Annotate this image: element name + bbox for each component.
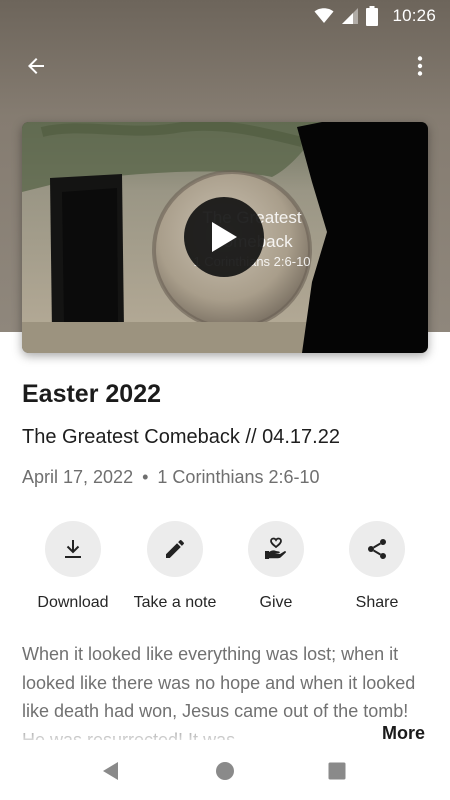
sermon-scripture: 1 Corinthians 2:6-10 (157, 467, 320, 487)
take-a-note-button[interactable]: Take a note (120, 521, 230, 612)
give-hand-heart-icon (265, 537, 286, 559)
back-triangle-icon (103, 762, 118, 780)
recents-square-icon (328, 762, 346, 780)
share-icon (368, 539, 386, 559)
share-label: Share (355, 594, 399, 611)
share-circle[interactable] (349, 521, 405, 577)
sermon-title: The Greatest Comeback // 04.17.22 (22, 426, 340, 448)
battery-icon (366, 6, 379, 26)
back-button[interactable] (14, 44, 58, 88)
sermon-meta: April 17, 2022 • 1 Corinthians 2:6-10 (22, 467, 320, 488)
sermon-date: April 17, 2022 (22, 467, 134, 487)
take-a-note-circle[interactable] (147, 521, 203, 577)
play-icon (212, 222, 237, 252)
download-icon (65, 540, 81, 558)
status-bar: 10:26 (0, 0, 450, 32)
give-button[interactable]: Give (221, 521, 331, 612)
more-link[interactable]: More (366, 723, 426, 744)
wifi-icon (314, 8, 334, 23)
nav-home-button[interactable] (210, 756, 240, 786)
action-row: Download Take a note Give Share (0, 521, 450, 621)
share-button[interactable]: Share (322, 521, 432, 612)
system-navigation-bar (0, 744, 450, 800)
home-circle-icon (216, 762, 234, 780)
play-button[interactable] (184, 197, 264, 277)
more-vertical-icon (417, 56, 423, 76)
give-circle[interactable] (248, 521, 304, 577)
more-options-button[interactable] (398, 44, 442, 88)
take-a-note-label: Take a note (133, 594, 217, 611)
nav-recents-button[interactable] (322, 756, 352, 786)
download-label: Download (37, 594, 109, 611)
series-title: Easter 2022 (22, 380, 162, 408)
nav-back-button[interactable] (96, 756, 126, 786)
top-app-bar (0, 44, 450, 88)
cellular-signal-icon (342, 8, 359, 24)
status-time: 10:26 (392, 6, 436, 25)
video-player[interactable]: The Greatest Comeback 1 Corinthians 2:6-… (22, 122, 428, 353)
pencil-icon (166, 539, 185, 558)
give-label: Give (259, 594, 293, 611)
arrow-left-icon (28, 58, 44, 74)
download-button[interactable]: Download (18, 521, 128, 612)
meta-separator: • (142, 467, 149, 487)
download-circle[interactable] (45, 521, 101, 577)
